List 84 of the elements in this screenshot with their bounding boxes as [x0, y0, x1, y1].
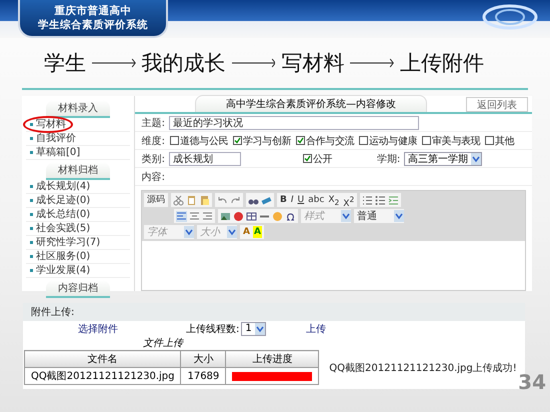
eraser-icon[interactable] — [261, 194, 272, 206]
checkbox[interactable]: 运动与健康 — [359, 134, 418, 148]
format-button[interactable]: abc — [307, 194, 326, 206]
flow-step: 学生 — [44, 49, 86, 77]
align-center-icon[interactable] — [189, 210, 200, 222]
threads-select[interactable]: 1 — [241, 322, 266, 336]
choose-attachment-link[interactable]: 选择附件 — [78, 322, 118, 336]
upload-link[interactable]: 上传 — [306, 322, 326, 336]
section-title: 材料录入 — [46, 100, 110, 118]
checkmark-icon — [297, 137, 304, 144]
checkbox[interactable]: 其他 — [485, 134, 514, 148]
field-label: 内容: — [140, 170, 165, 184]
back-button[interactable]: 返回列表 — [466, 97, 528, 112]
dropdown-caret-icon — [254, 322, 265, 334]
field-label: 学期: — [376, 152, 400, 166]
logo-text: 学生综合素质评价系统 — [38, 18, 148, 32]
dropdown-caret-icon — [227, 226, 237, 238]
section-title: 内容归档 — [46, 280, 110, 298]
table-cell: 17689 — [180, 368, 226, 384]
source-button[interactable]: 源码 — [146, 194, 166, 206]
flow-arrow — [350, 58, 394, 68]
sidebar-item[interactable]: 成长规划(4) — [26, 180, 130, 194]
checkbox[interactable]: 道德与公民 — [170, 134, 228, 148]
section-title: 材料归档 — [46, 162, 110, 180]
indent-icon[interactable] — [388, 194, 400, 206]
format-button[interactable]: B — [279, 194, 288, 206]
column-header: 上传进度 — [226, 350, 319, 368]
format-button[interactable]: U — [296, 194, 306, 206]
table-caption: 文件上传 — [143, 336, 185, 350]
sidebar-item[interactable]: 草稿箱[0] — [26, 146, 130, 160]
category-field[interactable]: 成长规划 — [169, 152, 241, 166]
sidebar-item[interactable]: 社会实践(5) — [26, 222, 130, 236]
flow-step: 上传附件 — [400, 49, 484, 77]
status-message: QQ截图20121121121230.jpg上传成功! — [329, 362, 517, 374]
column-header: 大小 — [180, 350, 226, 368]
flow-arrow — [232, 58, 276, 68]
clipboard-icon[interactable] — [199, 194, 210, 206]
sidebar-item[interactable]: 社区服务(0) — [26, 250, 130, 264]
panel-title: 附件上传: — [23, 303, 525, 321]
field-label: 类别: — [140, 152, 165, 166]
flow-step: 我的成长 — [142, 49, 226, 77]
checkbox[interactable]: 合作与交流 — [296, 134, 354, 148]
logo-text: 重庆市普通高中 — [54, 4, 132, 18]
page-number: 34 — [518, 370, 546, 394]
align-left-icon[interactable] — [176, 210, 187, 222]
numbered-list-icon[interactable] — [362, 194, 374, 206]
field-label: 上传线程数: — [186, 322, 240, 336]
dropdown-caret-icon — [394, 210, 404, 222]
dropdown-caret-icon — [341, 210, 351, 222]
sidebar-item[interactable]: 研究性学习(7) — [26, 236, 130, 250]
checkbox[interactable]: 公开 — [303, 152, 332, 166]
omega-icon[interactable] — [285, 210, 296, 222]
field-label: 主题: — [140, 116, 165, 130]
flow-step: 写材料 — [281, 49, 344, 77]
format-button[interactable]: I — [290, 194, 295, 206]
text-color-button[interactable]: A — [252, 226, 262, 238]
sidebar-item[interactable]: 成长总结(0) — [26, 208, 130, 222]
image-icon[interactable] — [220, 210, 231, 222]
checkmark-icon — [304, 155, 311, 162]
checkbox[interactable]: 学习与创新 — [233, 134, 292, 148]
format-button[interactable]: X$_{2}$ — [327, 194, 340, 206]
flow-arrow — [92, 58, 136, 68]
table-icon[interactable] — [246, 210, 257, 222]
table-cell: QQ截图20121121121230.jpg — [24, 368, 181, 384]
sidebar-item[interactable]: 自我评价 — [26, 132, 130, 146]
text-color-button[interactable]: A — [242, 226, 251, 238]
redo-icon[interactable] — [230, 194, 241, 206]
format-button[interactable]: X$^{2}$ — [342, 194, 356, 206]
clipboard-icon[interactable] — [186, 194, 197, 206]
bullet-list-icon[interactable] — [375, 194, 386, 206]
sidebar-item[interactable]: 学业发展(4) — [26, 264, 130, 278]
dropdown-caret-icon — [471, 152, 482, 164]
term-select[interactable]: 高三第一学期 — [404, 152, 482, 166]
sidebar-item[interactable]: 成长足迹(0) — [26, 194, 130, 208]
scissors-icon[interactable] — [173, 194, 184, 206]
checkbox[interactable]: 审美与表现 — [422, 134, 480, 148]
checkmark-icon — [234, 137, 242, 144]
dropdown-caret-icon — [184, 226, 194, 238]
field-label: 维度: — [140, 134, 165, 148]
paragraph-select[interactable]: 普通 — [354, 209, 404, 223]
column-header: 文件名 — [24, 350, 181, 368]
align-right-icon[interactable] — [202, 210, 213, 222]
undo-icon[interactable] — [217, 194, 228, 206]
subject-field[interactable]: 最近的学习状况 — [169, 116, 419, 130]
